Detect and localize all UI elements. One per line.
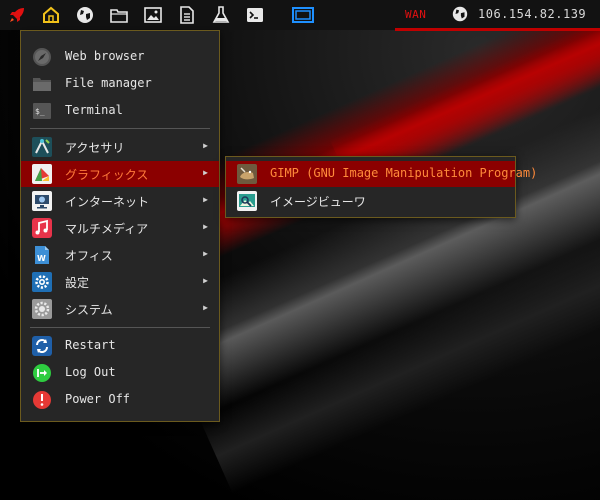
graphics-submenu: GIMP (GNU Image Manipulation Program) イメ… — [225, 156, 537, 218]
files-button[interactable] — [102, 0, 136, 30]
flask-icon — [212, 6, 230, 23]
window-switch-icon — [292, 7, 314, 23]
terminal-icon — [247, 8, 263, 22]
menu-item-terminal[interactable]: $_ Terminal — [21, 98, 219, 124]
folder-icon — [110, 9, 128, 23]
terminal-icon: $_ — [33, 103, 51, 119]
science-button[interactable] — [204, 0, 238, 30]
image-viewer-icon — [237, 191, 257, 211]
office-icon: W — [35, 246, 49, 264]
menu-category-internet[interactable]: インターネット ▶ — [21, 188, 219, 214]
top-panel: WAN 106.154.82.139 — [0, 0, 600, 30]
compass-icon — [33, 48, 51, 66]
restart-icon — [32, 336, 52, 356]
menu-category-graphics[interactable]: グラフィックス ▶ — [21, 161, 219, 187]
submenu-item-image-viewer[interactable]: イメージビューワ — [226, 188, 515, 214]
panel-accent-bar — [395, 28, 600, 31]
browser-button[interactable] — [68, 0, 102, 30]
folder-icon — [33, 78, 51, 91]
menu-item-power-off[interactable]: Power Off — [21, 387, 219, 413]
app-menu: Web browser File manager $_ Terminal アクセ… — [20, 30, 220, 422]
menu-category-office[interactable]: W オフィス ▶ — [21, 242, 219, 268]
menu-category-multimedia[interactable]: マルチメディア ▶ — [21, 215, 219, 241]
menu-separator — [30, 128, 210, 129]
svg-text:W: W — [37, 254, 46, 263]
system-icon — [32, 299, 52, 319]
network-icon — [32, 191, 52, 211]
documents-button[interactable] — [170, 0, 204, 30]
power-icon — [33, 391, 51, 409]
submenu-item-gimp[interactable]: GIMP (GNU Image Manipulation Program) — [226, 161, 537, 187]
graphics-icon — [32, 164, 52, 184]
globe-icon — [77, 7, 93, 23]
network-label: WAN — [405, 8, 427, 21]
menu-item-web-browser[interactable]: Web browser — [21, 44, 219, 70]
terminal-button[interactable] — [238, 0, 272, 30]
settings-icon — [32, 272, 52, 292]
rocket-icon — [10, 8, 24, 22]
menu-item-restart[interactable]: Restart — [21, 333, 219, 359]
menu-category-system[interactable]: システム ▶ — [21, 296, 219, 322]
images-button[interactable] — [136, 0, 170, 30]
accessories-icon — [32, 137, 52, 157]
menu-separator — [30, 327, 210, 328]
menu-item-log-out[interactable]: Log Out — [21, 360, 219, 386]
gimp-icon — [237, 164, 257, 184]
menu-category-settings[interactable]: 設定 ▶ — [21, 269, 219, 295]
app-menu-button[interactable] — [0, 0, 34, 30]
menu-category-accessories[interactable]: アクセサリ ▶ — [21, 134, 219, 160]
window-switch-button[interactable] — [286, 0, 320, 30]
document-icon — [180, 6, 194, 24]
network-globe-icon — [452, 6, 468, 22]
home-icon — [43, 6, 59, 23]
home-button[interactable] — [34, 0, 68, 30]
menu-item-file-manager[interactable]: File manager — [21, 71, 219, 97]
image-icon — [144, 7, 162, 23]
logout-icon — [33, 364, 51, 382]
ip-address: 106.154.82.139 — [478, 7, 587, 21]
music-icon — [32, 218, 52, 238]
svg-text:$_: $_ — [35, 107, 45, 116]
